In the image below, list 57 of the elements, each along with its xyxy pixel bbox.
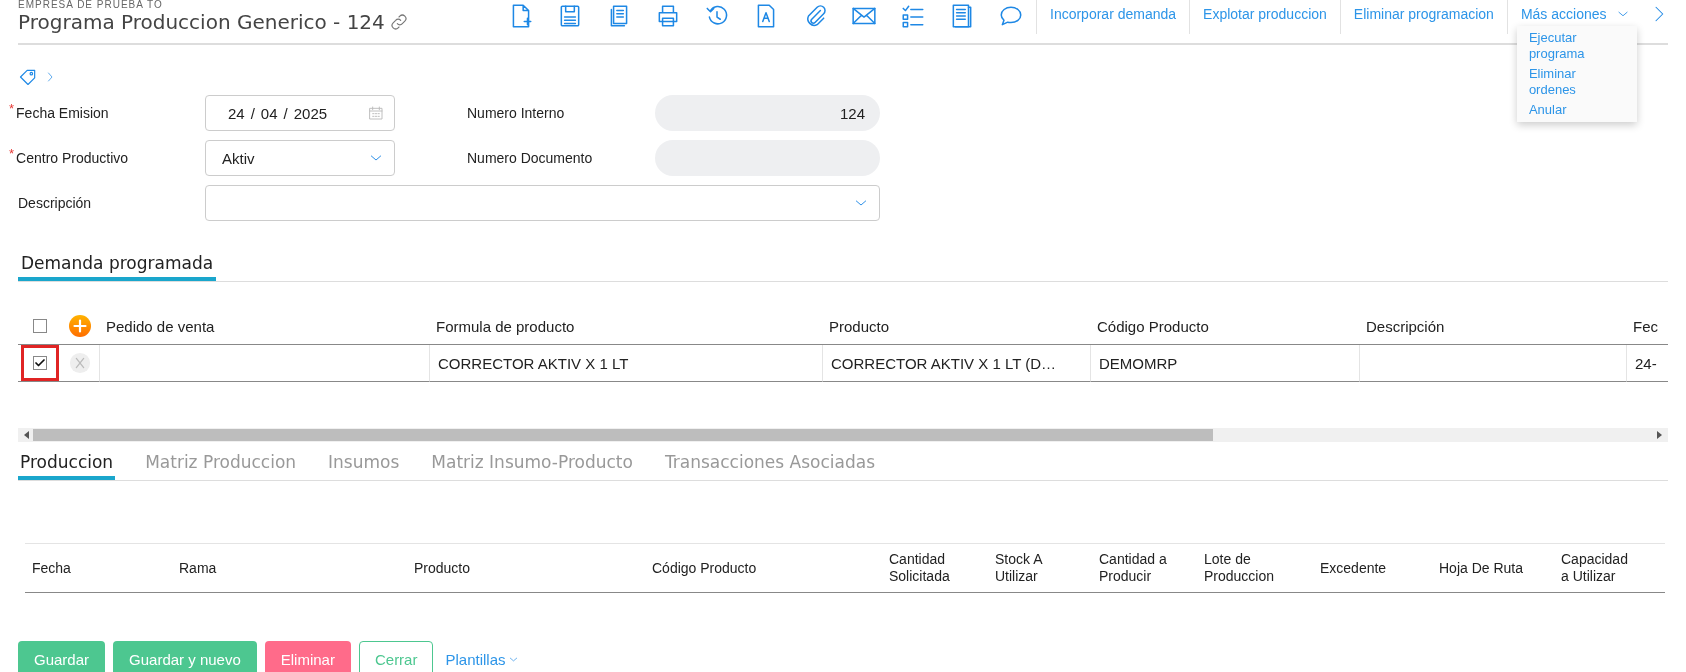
scroll-thumb[interactable] [33,429,1213,441]
column-header: Stock A Utilizar [994,551,1044,585]
add-button[interactable] [69,315,91,337]
delete-button[interactable]: Eliminar [264,641,351,672]
column-header: Descripción [1359,308,1626,345]
field-label: Descripción [18,195,92,211]
table-cell: CORRECTOR AKTIV X 1 LT (D… [822,345,1090,382]
table-cell: 24- [1626,345,1668,382]
read-only-field: 124 [655,95,880,131]
menu-item[interactable]: Eliminar ordenes [1516,64,1611,100]
column-header: Capacidad a Utilizar [1560,551,1629,585]
action-link[interactable]: Incorporar demanda [1036,0,1190,34]
checkbox[interactable] [32,319,47,333]
select-field[interactable] [205,185,880,221]
horizontal-scrollbar[interactable] [18,428,1668,442]
company-name: EMPRESA DE PRUEBA TO [18,0,164,10]
field-label: Centro Productivo [16,150,129,166]
column-header: Fecha [31,559,72,577]
checkmark-icon [33,357,46,369]
field-label: Numero Interno [467,105,566,121]
field-label: Numero Documento [467,150,594,166]
checkbox[interactable] [32,356,47,370]
column-header: Lote de Produccion [1203,551,1276,585]
page-title: Programa Produccion Generico - 124 [18,10,385,34]
column-header: Hoja De Ruta [1438,559,1525,577]
column-header: Formula de producto [429,308,822,345]
select-field[interactable]: Aktiv [205,140,395,176]
column-header: Código Producto [651,559,758,577]
tab[interactable]: Insumos [326,448,402,480]
tab[interactable]: Matriz Insumo-Producto [429,448,635,480]
column-header: Pedido de venta [99,308,429,345]
field-label: Fecha Emision [16,105,109,121]
templates-dropdown[interactable]: Plantillas [445,650,519,668]
column-header: Excedente [1319,559,1388,577]
column-header: Cantidad a Producir [1098,551,1168,585]
required-marker: * [9,101,15,116]
column-header: Rama [178,559,218,577]
required-marker: * [9,146,15,161]
action-link[interactable]: Eliminar programacion [1339,0,1507,34]
column-header: Código Producto [1090,308,1359,345]
tag-icon[interactable] [18,67,38,87]
close-button[interactable]: Cerrar [358,641,434,672]
action-link[interactable]: Explotar produccion [1189,0,1340,34]
tab[interactable]: Matriz Produccion [143,448,299,480]
save-button[interactable]: Guardar y nuevo [113,641,257,672]
tab[interactable]: Transacciones Asociadas [662,448,877,480]
table-cell: CORRECTOR AKTIV X 1 LT [429,345,822,382]
date-field[interactable]: 24 / 04 / 2025 [205,95,395,131]
column-header: Cantidad Solicitada [888,551,951,585]
checklist-icon[interactable] [900,3,926,29]
column-header: Fec [1626,308,1668,345]
table-cell: DEMOMRP [1090,345,1359,382]
menu-item[interactable]: Anular [1516,100,1611,120]
save-button[interactable]: Guardar [18,641,106,672]
tab[interactable]: Produccion [18,448,116,480]
column-header: Producto [822,308,1090,345]
column-header: Producto [413,559,472,577]
